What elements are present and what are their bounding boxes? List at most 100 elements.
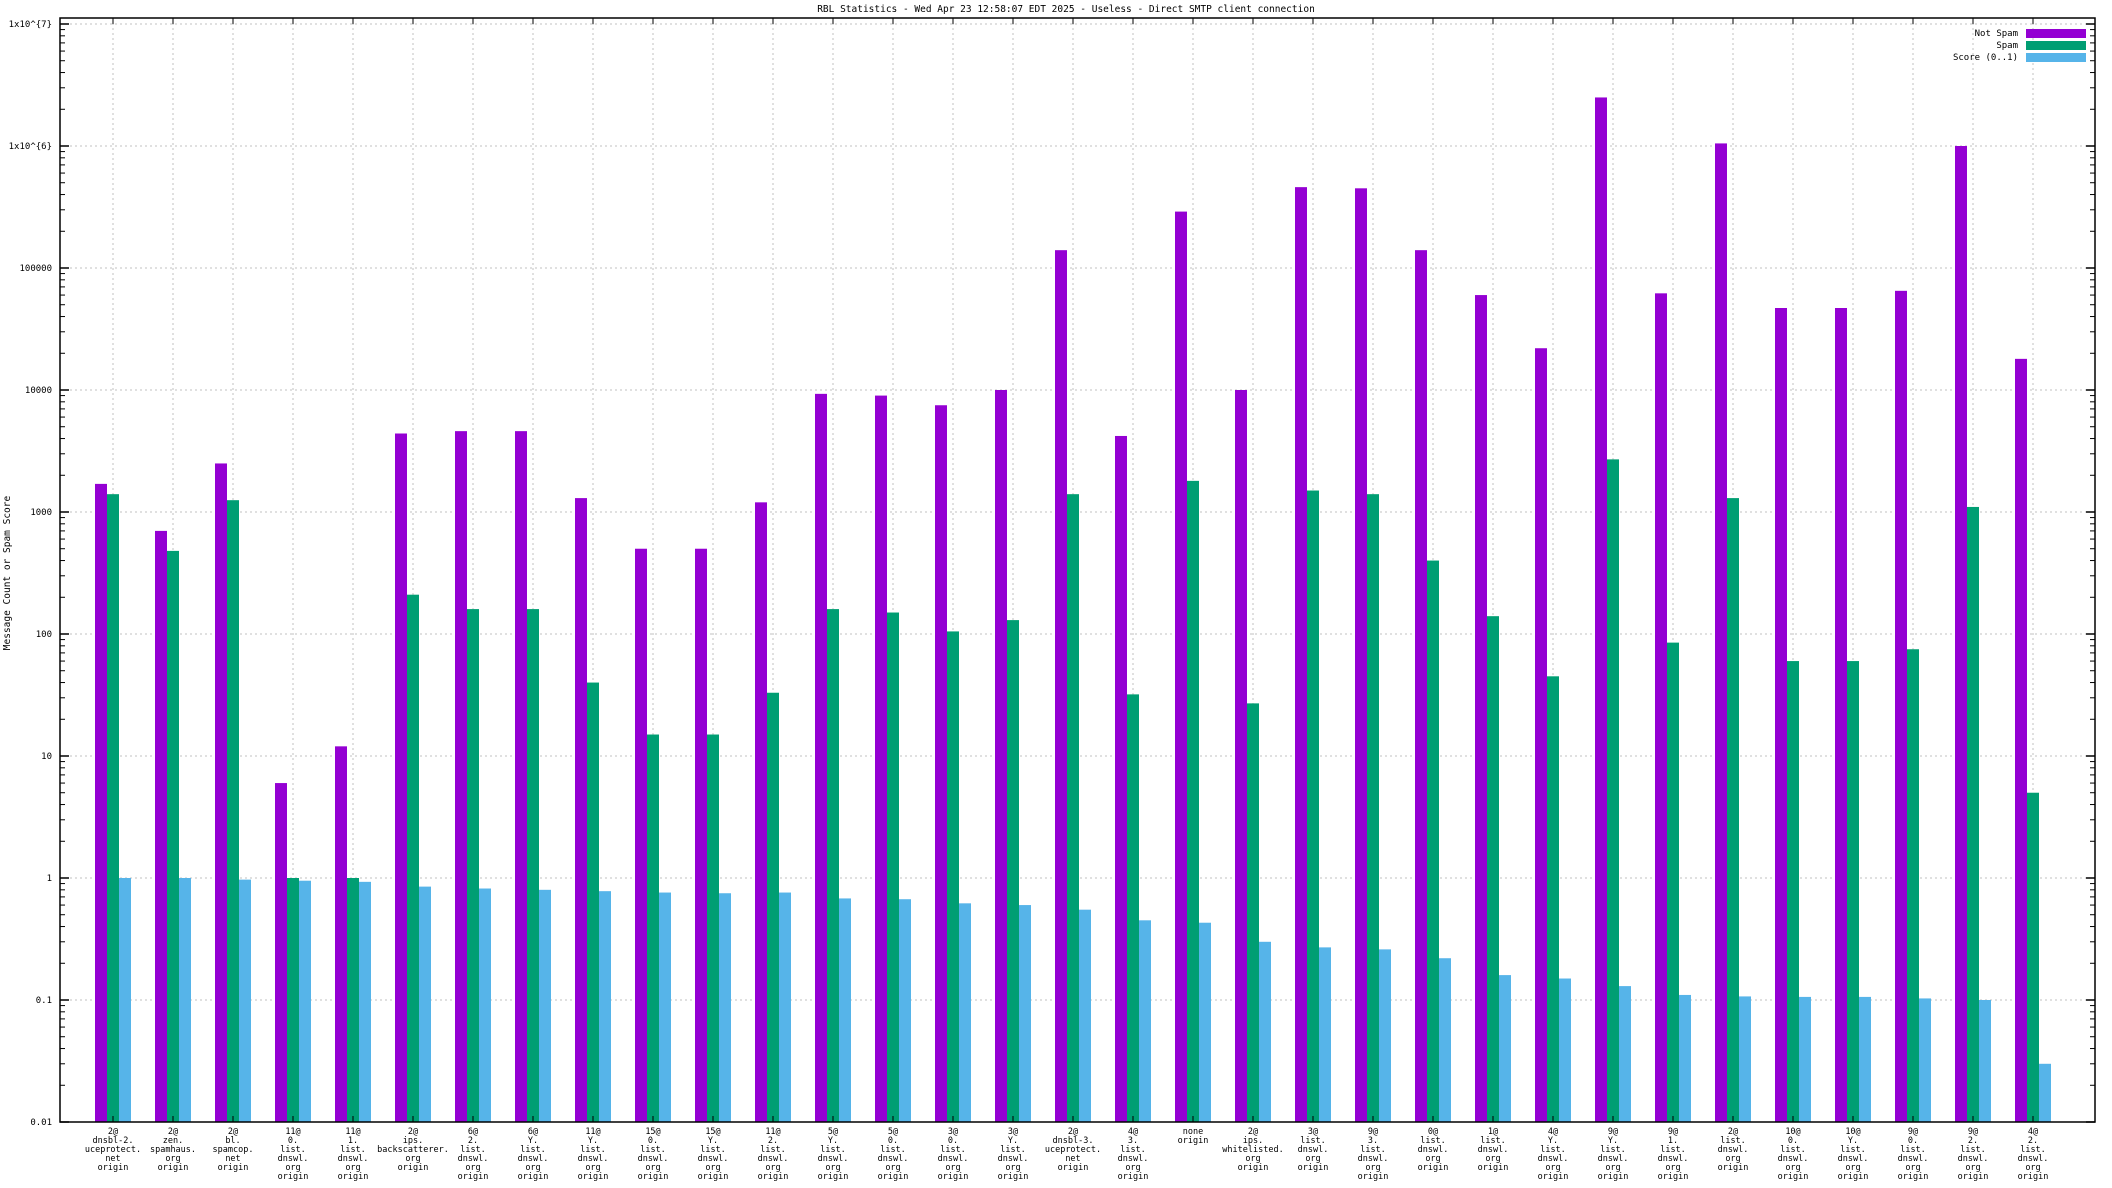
bar-not-spam — [755, 502, 767, 1123]
y-tick-label: 100 — [36, 630, 52, 640]
bar-not-spam — [575, 498, 587, 1123]
bar-spam — [107, 494, 119, 1123]
y-tick-label: 100000 — [19, 264, 52, 274]
bar-not-spam — [1235, 390, 1247, 1122]
bar-score-0-1- — [779, 892, 791, 1122]
chart-title: RBL Statistics - Wed Apr 23 12:58:07 EDT… — [817, 4, 1315, 15]
x-category-label: origin — [878, 1172, 909, 1182]
bar-not-spam — [1055, 250, 1067, 1123]
x-category-label: origin — [1298, 1163, 1329, 1173]
x-category-label: origin — [818, 1172, 849, 1182]
bar-score-0-1- — [1859, 996, 1871, 1122]
y-tick-label: 1 — [47, 874, 52, 884]
bar-score-0-1- — [179, 878, 191, 1122]
bar-not-spam — [815, 393, 827, 1122]
bar-not-spam — [875, 395, 887, 1123]
x-category-label: origin — [1238, 1163, 1269, 1173]
bar-spam — [1847, 661, 1859, 1122]
bar-not-spam — [1895, 290, 1907, 1122]
x-category-label: origin — [1478, 1163, 1509, 1173]
y-tick-label: 0.1 — [36, 996, 52, 1006]
bar-not-spam — [995, 390, 1007, 1122]
bar-score-0-1- — [599, 891, 611, 1122]
bar-layer — [95, 97, 2051, 1123]
bar-score-0-1- — [359, 881, 371, 1122]
bar-score-0-1- — [1439, 958, 1451, 1122]
bar-spam — [1007, 620, 1019, 1122]
bar-not-spam — [1715, 143, 1727, 1122]
y-tick-label: 10 — [41, 752, 52, 762]
legend-swatch — [2026, 41, 2086, 50]
x-category-label: origin — [1778, 1172, 1809, 1182]
bar-score-0-1- — [1799, 996, 1811, 1122]
x-category-label: origin — [1418, 1163, 1449, 1173]
bar-not-spam — [1535, 348, 1547, 1122]
x-category-label: origin — [1958, 1172, 1989, 1182]
bar-score-0-1- — [1619, 986, 1631, 1122]
bar-score-0-1- — [719, 893, 731, 1122]
x-category-label: origin — [518, 1172, 549, 1182]
bar-score-0-1- — [119, 878, 131, 1122]
x-category-label: origin — [578, 1172, 609, 1182]
bar-score-0-1- — [1259, 941, 1271, 1122]
x-category-label: origin — [1118, 1172, 1149, 1182]
bar-score-0-1- — [1019, 905, 1031, 1122]
bar-not-spam — [455, 431, 467, 1122]
x-category-label: origin — [998, 1172, 1029, 1182]
bar-score-0-1- — [239, 879, 251, 1122]
legend-swatch — [2026, 29, 2086, 38]
x-category-label: origin — [98, 1163, 129, 1173]
bar-not-spam — [1835, 308, 1847, 1123]
x-category-label: origin — [1538, 1172, 1569, 1182]
bar-spam — [947, 631, 959, 1122]
x-category-label: origin — [698, 1172, 729, 1182]
bar-score-0-1- — [1139, 920, 1151, 1122]
bar-score-0-1- — [419, 886, 431, 1122]
bar-spam — [1367, 494, 1379, 1123]
bar-spam — [287, 878, 299, 1122]
bar-score-0-1- — [839, 898, 851, 1122]
bar-spam — [1247, 703, 1259, 1122]
bar-spam — [707, 734, 719, 1122]
x-category-label: origin — [1658, 1172, 1689, 1182]
bar-not-spam — [1955, 146, 1967, 1122]
bar-score-0-1- — [1979, 1000, 1991, 1122]
y-tick-label: 1x10^{7} — [9, 20, 52, 30]
x-category-label: origin — [938, 1172, 969, 1182]
bar-score-0-1- — [1319, 947, 1331, 1122]
x-category-label: origin — [398, 1163, 429, 1173]
x-category-label: origin — [1358, 1172, 1389, 1182]
bar-spam — [1907, 649, 1919, 1122]
bar-spam — [767, 692, 779, 1122]
bar-score-0-1- — [1199, 922, 1211, 1122]
bar-spam — [407, 594, 419, 1122]
bar-spam — [587, 682, 599, 1122]
x-category-label: origin — [278, 1172, 309, 1182]
bar-not-spam — [335, 746, 347, 1122]
bar-spam — [647, 734, 659, 1122]
bar-score-0-1- — [2039, 1063, 2051, 1122]
bar-score-0-1- — [539, 889, 551, 1122]
bar-not-spam — [1655, 293, 1667, 1122]
bar-score-0-1- — [1559, 978, 1571, 1122]
bar-spam — [1487, 616, 1499, 1122]
bar-not-spam — [1475, 295, 1487, 1122]
legend-swatch — [2026, 53, 2086, 62]
bar-score-0-1- — [959, 903, 971, 1122]
bar-spam — [1727, 498, 1739, 1123]
bar-spam — [2027, 792, 2039, 1122]
bar-score-0-1- — [1739, 996, 1751, 1122]
bar-score-0-1- — [1499, 975, 1511, 1122]
x-category-label: origin — [1058, 1163, 1089, 1173]
bar-spam — [827, 609, 839, 1122]
bar-score-0-1- — [479, 888, 491, 1122]
y-axis-title: Message Count or Spam Score — [2, 496, 13, 651]
bar-not-spam — [2015, 358, 2027, 1122]
legend-label: Score (0..1) — [1953, 53, 2018, 63]
x-category-label: origin — [1598, 1172, 1629, 1182]
bar-spam — [527, 609, 539, 1122]
bar-spam — [1307, 490, 1319, 1123]
x-category-label: origin — [758, 1172, 789, 1182]
bar-not-spam — [515, 431, 527, 1122]
x-category-label: origin — [338, 1172, 369, 1182]
